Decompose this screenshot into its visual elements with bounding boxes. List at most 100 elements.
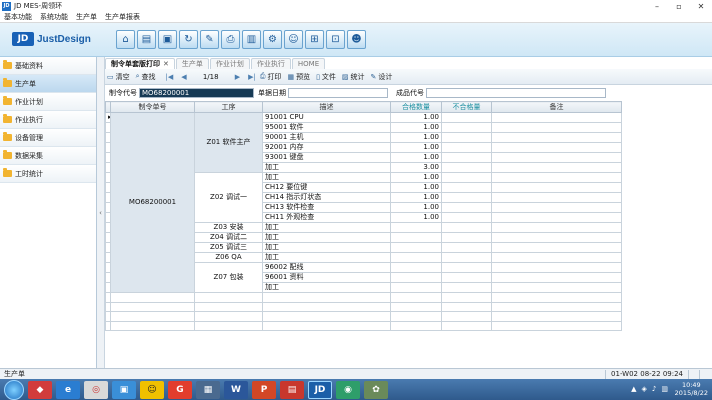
good-qty-cell[interactable]: 1.00 (390, 192, 442, 203)
start-button[interactable] (4, 379, 24, 400)
tab[interactable]: 作业执行 (250, 58, 291, 69)
last-page-icon[interactable]: ▶| (248, 73, 256, 81)
good-qty-cell[interactable]: 1.00 (390, 142, 442, 153)
tab[interactable]: 作业计划 (209, 58, 250, 69)
col-description[interactable]: 描述 (262, 101, 391, 113)
bad-qty-cell[interactable] (441, 202, 492, 213)
remarks-cell[interactable] (491, 122, 622, 133)
volume-icon[interactable]: ♪ (652, 385, 656, 393)
empty-cell[interactable] (441, 320, 492, 331)
table-row[interactable] (105, 320, 622, 331)
process-cell[interactable]: Z04 调试二 (194, 232, 263, 243)
taskbar-app-3-icon[interactable]: ◎ (84, 380, 108, 399)
table-row[interactable] (105, 311, 622, 322)
book-icon[interactable]: ▥ (242, 30, 261, 49)
description-cell[interactable]: 90001 主机 (262, 132, 391, 143)
minimize-icon[interactable]: – (646, 0, 668, 12)
empty-cell[interactable] (390, 301, 442, 312)
description-cell[interactable]: 加工 (262, 232, 391, 243)
bad-qty-cell[interactable] (441, 262, 492, 273)
empty-cell[interactable] (491, 320, 622, 331)
description-cell[interactable]: 加工 (262, 242, 391, 253)
tab[interactable]: 生产单 (175, 58, 209, 69)
jd-mes-taskbar-icon[interactable]: JD (308, 380, 332, 399)
empty-cell[interactable] (110, 301, 195, 312)
good-qty-cell[interactable]: 1.00 (390, 122, 442, 133)
print-button[interactable]: ⎙ 打印 (260, 72, 282, 82)
empty-cell[interactable] (262, 301, 391, 312)
description-cell[interactable]: 96002 配线 (262, 262, 391, 273)
process-cell[interactable]: Z06 QA (194, 252, 263, 263)
word-icon[interactable]: W (224, 380, 248, 399)
refresh-icon[interactable]: ↻ (179, 30, 198, 49)
close-icon[interactable]: ✕ (690, 0, 712, 12)
taskbar-app-1-icon[interactable]: ◆ (28, 380, 52, 399)
powerpoint-icon[interactable]: P (252, 380, 276, 399)
table-row[interactable]: ▸MO68200001Z01 软件主产91001 CPU1.00 (105, 112, 622, 293)
good-qty-cell[interactable] (390, 282, 442, 293)
description-cell[interactable]: CH13 软件检查 (262, 202, 391, 213)
sidebar-item[interactable]: 生产单 (0, 75, 96, 93)
description-cell[interactable]: 91001 CPU (262, 112, 391, 123)
remarks-cell[interactable] (491, 242, 622, 253)
col-process[interactable]: 工序 (194, 101, 263, 113)
good-qty-cell[interactable]: 1.00 (390, 182, 442, 193)
bad-qty-cell[interactable] (441, 192, 492, 203)
taskbar-app-13-icon[interactable]: ✿ (364, 380, 388, 399)
empty-cell[interactable] (390, 311, 442, 322)
tray-icon-1[interactable]: ▲ (631, 385, 636, 393)
bad-qty-cell[interactable] (441, 282, 492, 293)
empty-cell[interactable] (491, 311, 622, 322)
first-page-icon[interactable]: |◀ (166, 73, 174, 81)
remarks-cell[interactable] (491, 212, 622, 223)
good-qty-cell[interactable]: 3.00 (390, 162, 442, 173)
sidebar-item[interactable]: 基础资料 (0, 57, 96, 75)
home-icon[interactable]: ⌂ (116, 30, 135, 49)
qq-icon[interactable]: ☺ (140, 380, 164, 399)
process-cell[interactable]: Z01 软件主产 (194, 112, 263, 173)
print-icon[interactable]: ⎙ (221, 30, 240, 49)
remarks-cell[interactable] (491, 192, 622, 203)
remarks-cell[interactable] (491, 132, 622, 143)
description-cell[interactable]: 加工 (262, 282, 391, 293)
bad-qty-cell[interactable] (441, 122, 492, 133)
bad-qty-cell[interactable] (441, 112, 492, 123)
preview-button[interactable]: ▦ 预览 (287, 72, 310, 82)
table-row[interactable] (105, 301, 622, 312)
description-cell[interactable]: 95001 软件 (262, 122, 391, 133)
description-cell[interactable]: CH11 外观检查 (262, 212, 391, 223)
bad-qty-cell[interactable] (441, 142, 492, 153)
taskbar-app-10-icon[interactable]: ▤ (280, 380, 304, 399)
tab[interactable]: 制令单套版打印 ✕ (105, 58, 175, 69)
file-button[interactable]: ▯ 文件 (316, 72, 336, 82)
remarks-cell[interactable] (491, 162, 622, 173)
good-qty-cell[interactable] (390, 232, 442, 243)
sidebar-item[interactable]: 作业执行 (0, 111, 96, 129)
menu-basic[interactable]: 基本功能 (0, 12, 36, 22)
empty-cell[interactable] (441, 311, 492, 322)
empty-cell[interactable] (110, 292, 195, 303)
remarks-cell[interactable] (491, 282, 622, 293)
taskbar-app-4-icon[interactable]: ▣ (112, 380, 136, 399)
save-icon[interactable]: ▤ (137, 30, 156, 49)
empty-cell[interactable] (110, 320, 195, 331)
sidebar-item[interactable]: 作业计划 (0, 93, 96, 111)
empty-cell[interactable] (441, 301, 492, 312)
good-qty-cell[interactable] (390, 242, 442, 253)
empty-cell[interactable] (262, 292, 391, 303)
empty-cell[interactable] (491, 301, 622, 312)
description-cell[interactable]: 加工 (262, 172, 391, 183)
description-cell[interactable]: 93001 键盘 (262, 152, 391, 163)
good-qty-cell[interactable] (390, 222, 442, 233)
remarks-cell[interactable] (491, 142, 622, 153)
edit-icon[interactable]: ✎ (200, 30, 219, 49)
network-icon[interactable]: ⊞ (305, 30, 324, 49)
date-input[interactable] (288, 88, 388, 98)
remarks-cell[interactable] (491, 262, 622, 273)
col-bad-qty[interactable]: 不合格量 (441, 101, 492, 113)
tray-icon-2[interactable]: ◈ (642, 385, 647, 393)
col-order-no[interactable]: 制令单号 (110, 101, 195, 113)
good-qty-cell[interactable]: 1.00 (390, 152, 442, 163)
remarks-cell[interactable] (491, 172, 622, 183)
col-good-qty[interactable]: 合格数量 (390, 101, 442, 113)
